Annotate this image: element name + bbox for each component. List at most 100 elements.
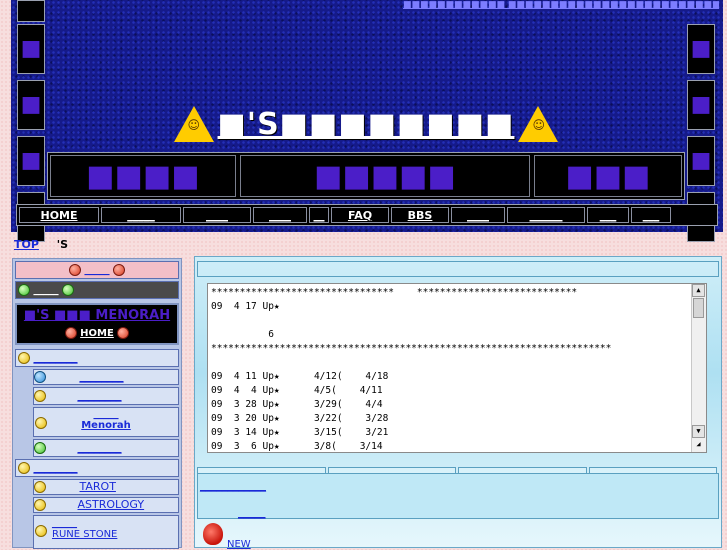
right-box: ■ <box>687 136 715 186</box>
menu-boxes: ■■■■ ■■■■■ ■■■ <box>47 152 685 200</box>
content-links-panel: ____________ _____ <box>197 473 719 519</box>
left-box: ■ <box>17 24 45 74</box>
header-banner: ■■■■■■■■■■■■ ■■■■■■■■■■■■■■■■■■■■■■■■■ ■ ■… <box>11 0 723 242</box>
list-item-link[interactable]: ________ <box>78 441 122 454</box>
nav-bar: HOME _____ ____ ____ __ FAQ BBS ____ ___… <box>16 204 718 226</box>
group1-header-link[interactable]: ________ <box>34 351 78 364</box>
rune-link-top[interactable]: _____ <box>52 518 178 529</box>
sidebar-sub-link[interactable]: _____ <box>34 285 59 296</box>
sidebar-subheader[interactable]: _____ <box>15 281 179 299</box>
yellow-orb-icon <box>18 462 30 474</box>
rune-stone-link[interactable]: RUNE STONE <box>52 529 178 540</box>
nav-item[interactable]: ____ <box>451 207 505 223</box>
nav-item[interactable]: _____ <box>101 207 181 223</box>
right-box: ■ <box>687 80 715 130</box>
nav-item[interactable]: ___ <box>631 207 671 223</box>
list-item[interactable]: ________ <box>33 387 179 405</box>
news-line: 09 4 17 Up★ <box>211 301 280 312</box>
menu-box-2[interactable]: ■■■■■ <box>240 155 530 197</box>
menorah-box: ■'S ■■■ MENORAH HOME <box>15 303 179 345</box>
astrology-link[interactable]: ASTROLOGY <box>78 498 145 511</box>
nav-item[interactable]: ____ <box>183 207 251 223</box>
scroll-thumb[interactable] <box>693 298 704 318</box>
main-content: ******************************** *******… <box>194 256 722 550</box>
news-line: 6 <box>211 329 274 340</box>
news-line: 09 3 20 Up★ 3/22( 3/28 <box>211 413 389 424</box>
nav-faq[interactable]: FAQ <box>331 207 389 223</box>
right-box: ■ <box>687 24 715 74</box>
news-line: 09 4 11 Up★ 4/12( 4/18 <box>211 371 389 382</box>
yellow-orb-icon <box>35 417 47 429</box>
green-orb-icon <box>34 442 46 454</box>
list-item-astrology[interactable]: ASTROLOGY <box>33 497 179 513</box>
list-item-rune-stone[interactable]: _____ RUNE STONE <box>33 515 179 549</box>
content-link[interactable]: ____________ <box>200 479 266 492</box>
breadcrumb-top-link[interactable]: TOP <box>14 238 39 251</box>
list-item[interactable]: _____ Menorah <box>33 407 179 437</box>
nav-home[interactable]: HOME <box>19 207 99 223</box>
tarot-link[interactable]: TAROT <box>80 480 116 493</box>
menorah-link[interactable]: Menorah <box>34 420 178 431</box>
content-title-bar <box>197 261 719 277</box>
green-orb-icon <box>18 284 30 296</box>
scroll-up-arrow-icon[interactable]: ▲ <box>692 284 705 297</box>
red-apple-icon <box>203 523 223 545</box>
blue-orb-icon <box>34 371 46 383</box>
list-item-tarot[interactable]: TAROT <box>33 479 179 495</box>
list-item[interactable]: ________ <box>33 369 179 385</box>
left-top-strip <box>17 0 45 22</box>
list-item-link[interactable]: ________ <box>78 389 122 402</box>
nav-item[interactable]: ___ <box>587 207 629 223</box>
sidebar-header-link[interactable]: _____ <box>85 265 110 276</box>
yellow-orb-icon <box>34 481 46 493</box>
site-title-text[interactable]: ■'S■■■■■■■■ <box>218 107 515 142</box>
content-link[interactable]: _____ <box>238 506 266 519</box>
nav-item[interactable]: ____ <box>253 207 307 223</box>
list-item-link-top[interactable]: _____ <box>34 409 178 420</box>
red-orb-icon <box>69 264 81 276</box>
news-line: 09 4 4 Up★ 4/5( 4/11 <box>211 385 383 396</box>
resize-grip-icon[interactable]: ◢ <box>692 439 705 452</box>
news-line <box>211 314 706 328</box>
sidebar: _____ _____ ■'S ■■■ MENORAH HOME _______… <box>12 258 182 549</box>
nav-bbs[interactable]: BBS <box>391 207 449 223</box>
news-line: 09 3 28 Up★ 3/29( 4/4 <box>211 399 383 410</box>
news-scrollbar[interactable]: ▲ ▼ ◢ <box>691 284 706 452</box>
menu-box-1[interactable]: ■■■■ <box>50 155 236 197</box>
news-line: ****************************************… <box>211 343 612 354</box>
yellow-orb-icon <box>34 390 46 402</box>
group2-header[interactable]: ________ <box>15 459 179 477</box>
group1-header[interactable]: ________ <box>15 349 179 367</box>
list-item-link[interactable]: ________ <box>80 370 124 383</box>
green-orb-icon <box>62 284 74 296</box>
news-line: 09 3 6 Up★ 3/8( 3/14 <box>211 441 383 452</box>
red-orb-icon <box>64 327 77 339</box>
news-textarea[interactable]: ******************************** *******… <box>207 283 707 453</box>
list-item[interactable]: ________ <box>33 439 179 457</box>
nav-item[interactable]: __ <box>309 207 329 223</box>
menorah-title[interactable]: ■'S ■■■ MENORAH <box>17 308 177 323</box>
top-marquee[interactable]: ■■■■■■■■■■■■ ■■■■■■■■■■■■■■■■■■■■■■■■■■■… <box>403 0 719 10</box>
red-orb-icon <box>117 327 130 339</box>
site-title: ☺ ■'S■■■■■■■■ ☺ <box>173 102 559 146</box>
scroll-down-arrow-icon[interactable]: ▼ <box>692 425 705 438</box>
red-orb-icon <box>113 264 125 276</box>
nav-item[interactable]: ______ <box>507 207 585 223</box>
menu-box-3[interactable]: ■■■ <box>534 155 682 197</box>
news-line <box>211 356 706 370</box>
marquee-text[interactable]: ■■■■■■■■■■■■ ■■■■■■■■■■■■■■■■■■■■■■■■■■■… <box>403 0 719 10</box>
group2-header-link[interactable]: ________ <box>34 461 78 474</box>
breadcrumb-current: 'S <box>56 238 69 251</box>
news-line: 09 3 14 Up★ 3/15( 3/21 <box>211 427 389 438</box>
warning-sign-icon: ☺ <box>518 106 559 142</box>
yellow-orb-icon <box>18 352 30 364</box>
breadcrumb: TOP 'S <box>14 238 68 251</box>
sidebar-header[interactable]: _____ <box>15 261 179 279</box>
left-box: ■ <box>17 136 45 186</box>
left-box: ■ <box>17 80 45 130</box>
yellow-orb-icon <box>35 525 47 537</box>
home-link[interactable]: HOME <box>80 328 114 339</box>
yellow-orb-icon <box>34 499 46 511</box>
news-line: ******************************** *******… <box>211 287 578 298</box>
warning-sign-icon: ☺ <box>173 106 214 142</box>
